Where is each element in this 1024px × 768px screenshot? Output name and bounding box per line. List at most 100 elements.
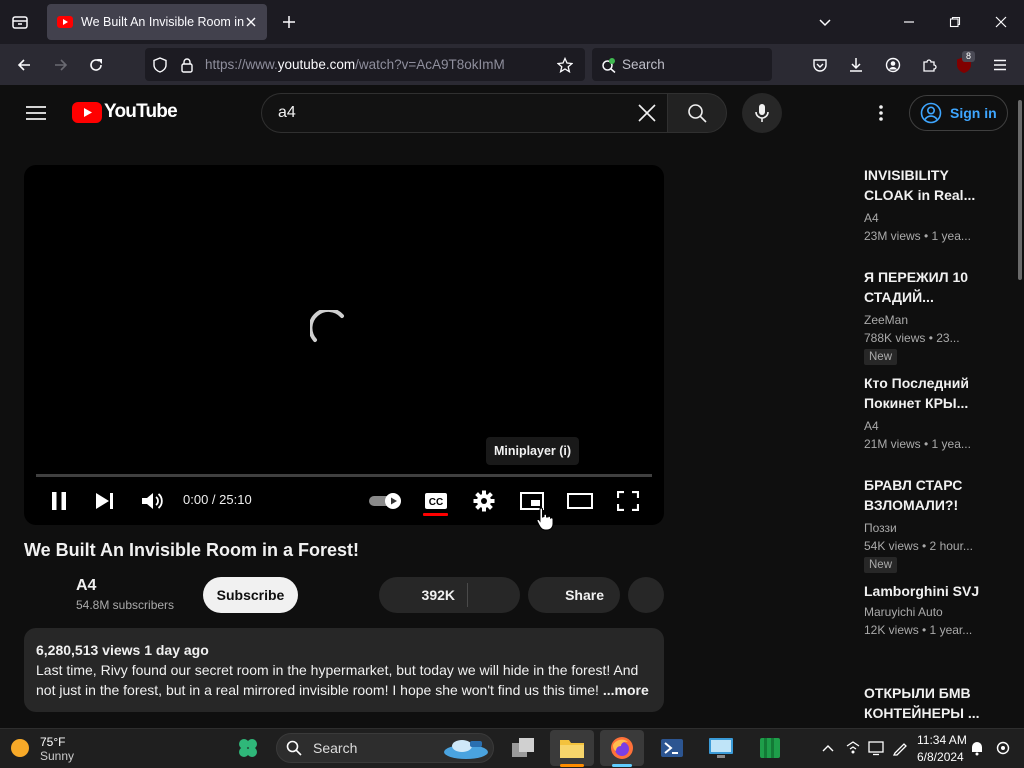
description-box[interactable]: 6,280,513 views 1 day ago Last time, Riv…: [24, 628, 664, 712]
rec-title[interactable]: БРАВЛ СТАРС ВЗЛОМАЛИ?!: [864, 475, 984, 515]
browser-tab-active[interactable]: We Built An Invisible Room in a Forest! …: [47, 4, 267, 40]
account-icon[interactable]: [883, 55, 903, 75]
rec-title[interactable]: Я ПЕРЕЖИЛ 10 СТАДИЙ...: [864, 267, 984, 307]
minimize-icon[interactable]: [900, 13, 918, 31]
clock-time[interactable]: 11:34 AM: [917, 733, 967, 747]
recommendation-item[interactable]: Я ПЕРЕЖИЛ 10 СТАДИЙ... ZeeMan 788K views…: [864, 267, 984, 365]
fullscreen-button[interactable]: [615, 490, 641, 512]
downloads-icon[interactable]: [846, 55, 866, 75]
channel-name[interactable]: A4: [76, 577, 96, 595]
clock-date[interactable]: 6/8/2024: [917, 750, 964, 764]
guide-menu-icon[interactable]: [25, 102, 47, 124]
url-bar[interactable]: https://www. youtube.com/watch?v=AcA9T8ok…: [145, 48, 585, 81]
remote-desktop-button[interactable]: [699, 730, 743, 766]
autoplay-toggle[interactable]: [367, 490, 403, 512]
taskbar-search-icon: [285, 739, 303, 757]
recommendation-item[interactable]: Lamborghini SVJ Maruyichi Auto 12K views…: [864, 581, 984, 639]
views-and-date: 6,280,513 views 1 day ago: [36, 642, 209, 658]
weather-sun-icon[interactable]: [9, 737, 31, 759]
microphone-icon: [755, 103, 769, 123]
progress-bar[interactable]: [36, 474, 652, 477]
subtitles-active-indicator: [423, 513, 448, 516]
widgets-clover-icon[interactable]: [236, 737, 260, 759]
list-all-tabs-icon[interactable]: [816, 13, 834, 31]
back-icon[interactable]: [14, 55, 34, 75]
forward-icon[interactable]: [51, 55, 71, 75]
lock-icon[interactable]: [178, 56, 196, 74]
rec-meta: 23M views • 1 yea...: [864, 229, 971, 243]
more-settings-icon[interactable]: [870, 102, 892, 124]
pocket-icon[interactable]: [810, 55, 830, 75]
tab-list-icon[interactable]: [10, 12, 30, 32]
search-icon: [687, 103, 707, 123]
rec-title[interactable]: INVISIBILITY CLOAK in Real...: [864, 165, 984, 205]
reload-icon[interactable]: [86, 55, 106, 75]
pen-icon[interactable]: [891, 739, 909, 757]
settings-button[interactable]: [472, 490, 496, 512]
url-domain: youtube.com: [277, 57, 356, 72]
bookmark-star-icon[interactable]: [556, 56, 574, 74]
file-explorer-button[interactable]: [550, 730, 594, 766]
search-button[interactable]: [667, 93, 727, 133]
show-more-link[interactable]: ...more: [603, 682, 649, 698]
sign-in-button[interactable]: Sign in: [909, 95, 1008, 131]
browser-search-field[interactable]: Search: [592, 48, 772, 81]
youtube-search-input[interactable]: a4: [261, 93, 667, 133]
theater-mode-button[interactable]: [567, 490, 593, 512]
display-icon[interactable]: [867, 739, 885, 757]
svg-text:CC: CC: [429, 497, 443, 508]
like-button[interactable]: 392K: [379, 577, 520, 613]
green-app-button[interactable]: [748, 730, 792, 766]
network-icon[interactable]: [844, 739, 862, 757]
subtitles-button[interactable]: CC: [423, 490, 449, 512]
app-menu-icon[interactable]: [990, 55, 1010, 75]
voice-search-button[interactable]: [742, 93, 782, 133]
extensions-icon[interactable]: [919, 55, 939, 75]
pause-icon: [51, 492, 67, 510]
weather-condition[interactable]: Sunny: [40, 749, 74, 763]
powershell-button[interactable]: [650, 730, 694, 766]
search-engine-icon: [600, 56, 618, 74]
settings-wheel-icon[interactable]: [994, 739, 1012, 757]
recommendation-item[interactable]: INVISIBILITY CLOAK in Real... A4 23M vie…: [864, 165, 984, 245]
folder-icon: [559, 737, 585, 759]
rec-title[interactable]: ОТКРЫЛИ БМВ КОНТЕЙНЕРЫ ...: [864, 683, 984, 723]
task-view-button[interactable]: [501, 730, 545, 766]
user-circle-icon: [920, 102, 942, 124]
scrollbar-thumb[interactable]: [1018, 100, 1022, 280]
url-path: /watch?v=AcA9T8okImM: [355, 57, 505, 72]
mouse-cursor-icon: [536, 507, 554, 531]
recommendation-item[interactable]: БРАВЛ СТАРС ВЗЛОМАЛИ?! Поззи 54K views •…: [864, 475, 984, 573]
clear-search-icon[interactable]: [636, 102, 658, 124]
youtube-wordmark: YouTube: [104, 101, 178, 122]
rec-meta: 21M views • 1 yea...: [864, 437, 971, 451]
show-hidden-icons-icon[interactable]: [820, 740, 836, 756]
close-window-icon[interactable]: [992, 13, 1010, 31]
recommendation-item[interactable]: Кто Последний Покинет КРЫ... A4 21M view…: [864, 373, 984, 453]
tab-close-icon[interactable]: [245, 16, 257, 28]
powershell-icon: [660, 738, 684, 758]
youtube-logo[interactable]: YouTube: [72, 101, 178, 123]
new-tab-icon[interactable]: [280, 13, 298, 31]
url-prefix: https://www.: [205, 57, 278, 72]
recommendation-item[interactable]: ОТКРЫЛИ БМВ КОНТЕЙНЕРЫ ...: [864, 683, 984, 725]
shield-icon[interactable]: [151, 56, 169, 74]
theater-icon: [567, 493, 593, 509]
next-button[interactable]: [94, 490, 116, 512]
search-query: a4: [278, 104, 296, 121]
weather-temperature[interactable]: 75°F: [40, 735, 65, 749]
share-button[interactable]: Share: [528, 577, 620, 613]
firefox-button[interactable]: [600, 730, 644, 766]
firefox-active-indicator: [612, 764, 632, 767]
more-actions-button[interactable]: [628, 577, 664, 613]
rec-channel: ZeeMan: [864, 313, 909, 327]
autoplay-icon: [367, 492, 403, 510]
subscribe-button[interactable]: Subscribe: [203, 577, 298, 613]
pause-button[interactable]: [48, 490, 70, 512]
rec-title[interactable]: Lamborghini SVJ: [864, 581, 984, 601]
youtube-favicon-icon: [57, 16, 73, 28]
notification-bell-icon[interactable]: [968, 739, 986, 757]
restore-icon[interactable]: [946, 13, 964, 31]
rec-title[interactable]: Кто Последний Покинет КРЫ...: [864, 373, 984, 413]
mute-button[interactable]: [141, 490, 165, 512]
